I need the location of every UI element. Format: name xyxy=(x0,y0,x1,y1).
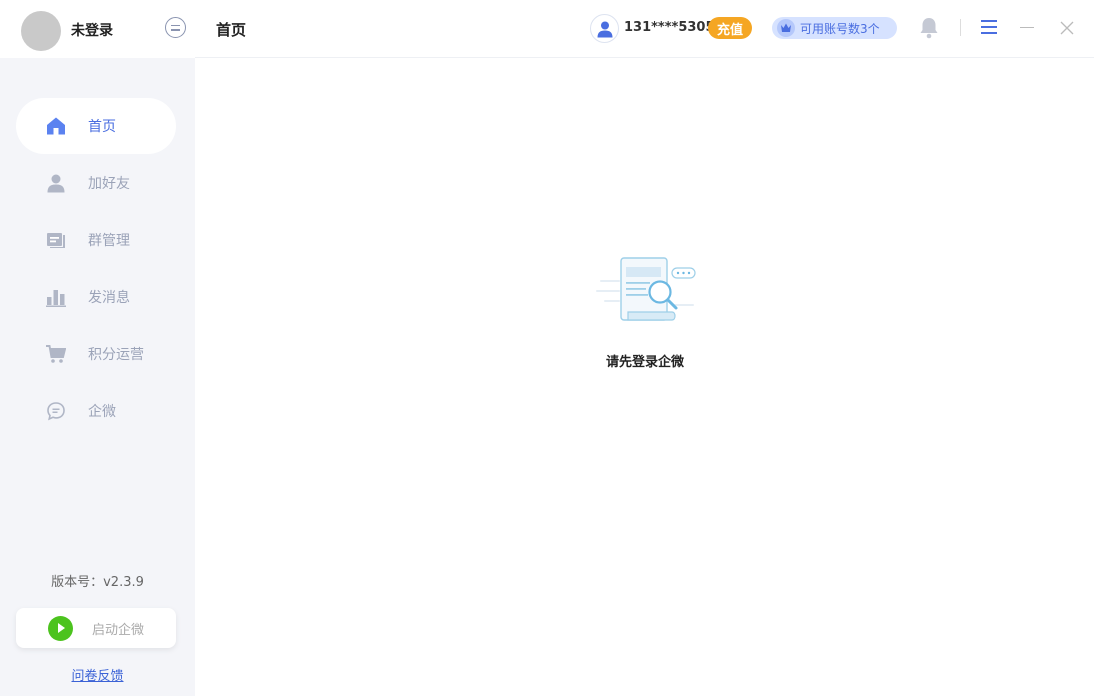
chart-icon xyxy=(45,286,67,308)
available-accounts-badge[interactable]: 可用账号数3个 xyxy=(772,17,897,39)
sidebar-item-send-message[interactable]: 发消息 xyxy=(16,269,176,325)
sidebar-item-label: 发消息 xyxy=(88,290,130,306)
person-icon xyxy=(45,172,67,194)
sidebar-nav: 首页 加好友 群管理 发消息 积分运营 企微 xyxy=(16,98,176,440)
divider xyxy=(960,19,961,36)
bell-icon[interactable] xyxy=(919,17,939,43)
group-icon xyxy=(45,229,67,251)
launch-wecom-button[interactable]: 启动企微 xyxy=(16,608,176,648)
empty-state-illustration xyxy=(596,252,698,332)
collapse-sidebar-button[interactable] xyxy=(165,17,186,38)
minimize-icon[interactable] xyxy=(1020,27,1034,28)
user-avatar-icon[interactable] xyxy=(590,14,619,43)
launch-wecom-label: 启动企微 xyxy=(92,622,145,638)
page-title: 首页 xyxy=(216,21,247,39)
sidebar-item-home[interactable]: 首页 xyxy=(16,98,176,154)
chat-icon xyxy=(45,400,67,422)
play-icon xyxy=(48,615,73,641)
account-phone: 131****5305 xyxy=(624,20,715,35)
sidebar-item-label: 首页 xyxy=(88,119,116,135)
sidebar-item-label: 加好友 xyxy=(88,176,130,192)
sidebar-item-wecom[interactable]: 企微 xyxy=(16,383,176,439)
sidebar-item-add-friends[interactable]: 加好友 xyxy=(16,155,176,211)
user-name: 未登录 xyxy=(71,23,113,39)
recharge-button[interactable]: 充值 xyxy=(708,17,752,39)
available-accounts-label: 可用账号数3个 xyxy=(800,21,880,36)
sidebar-item-label: 群管理 xyxy=(88,233,130,249)
home-icon xyxy=(45,115,67,137)
crown-icon xyxy=(777,19,795,37)
close-icon[interactable] xyxy=(1060,20,1074,35)
sidebar: 未登录 首页 加好友 群管理 发消息 积分运营 企微 版本号：v2.3.9 启动… xyxy=(0,0,195,696)
avatar[interactable] xyxy=(21,11,61,51)
feedback-link[interactable]: 问卷反馈 xyxy=(0,665,195,684)
empty-state-message: 请先登录企微 xyxy=(605,355,684,370)
menu-icon[interactable] xyxy=(981,20,997,34)
sidebar-item-group-management[interactable]: 群管理 xyxy=(16,212,176,268)
version-label: 版本号：v2.3.9 xyxy=(51,575,144,590)
top-bar: 首页 131****5305 充值 可用账号数3个 xyxy=(195,0,1094,58)
sidebar-item-label: 企微 xyxy=(88,404,116,420)
sidebar-header: 未登录 xyxy=(0,0,195,58)
